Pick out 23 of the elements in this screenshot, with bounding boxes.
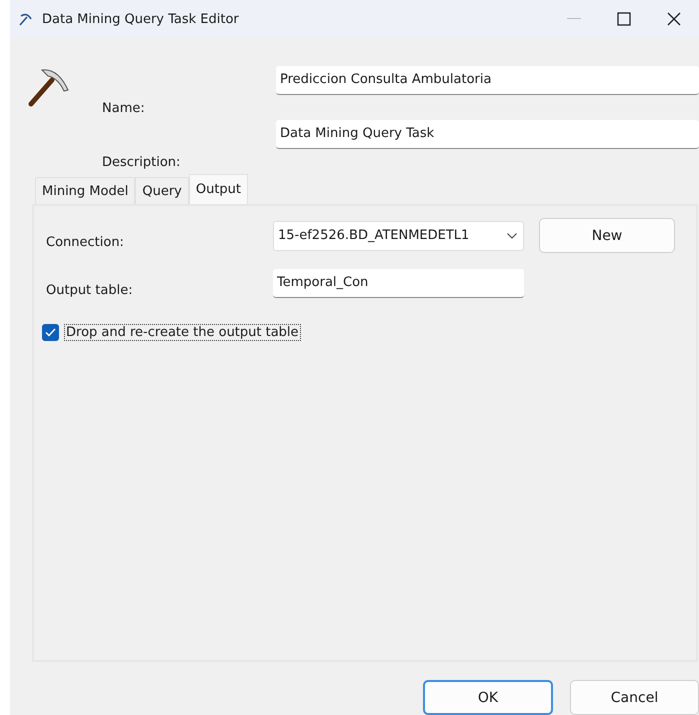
new-button[interactable]: New [539, 218, 675, 253]
text-field[interactable]: Data Mining Query Task [276, 120, 699, 149]
text-field[interactable]: Temporal_Con [273, 269, 524, 298]
field-label: Name: [102, 101, 146, 118]
field-label: Connection: [46, 234, 125, 250]
ok-button[interactable]: OK [423, 680, 553, 715]
window-title: Data Mining Query Task Editor [42, 12, 240, 26]
connection-dropdown[interactable]: 15-ef2526.BD_ATENMEDETL1 [273, 220, 524, 250]
text-field[interactable]: Prediccion Consulta Ambulatoria [276, 66, 699, 95]
chevron-icon [507, 232, 517, 238]
tab[interactable]: Query [135, 177, 189, 204]
checkbox-label[interactable]: Drop and re-create the output table [64, 324, 301, 341]
tab[interactable]: Output [188, 174, 248, 204]
field-label: Output table: [46, 282, 134, 298]
cancel-button[interactable]: Cancel [570, 680, 699, 715]
tab[interactable]: Mining Model [35, 177, 136, 204]
pickaxe-icon [18, 11, 34, 27]
minimize-icon [567, 18, 581, 20]
maximize-icon [617, 12, 631, 26]
checkbox[interactable] [42, 324, 59, 341]
field-label: Description: [102, 155, 182, 172]
close-icon [667, 12, 681, 26]
checkmark-icon [45, 328, 56, 337]
